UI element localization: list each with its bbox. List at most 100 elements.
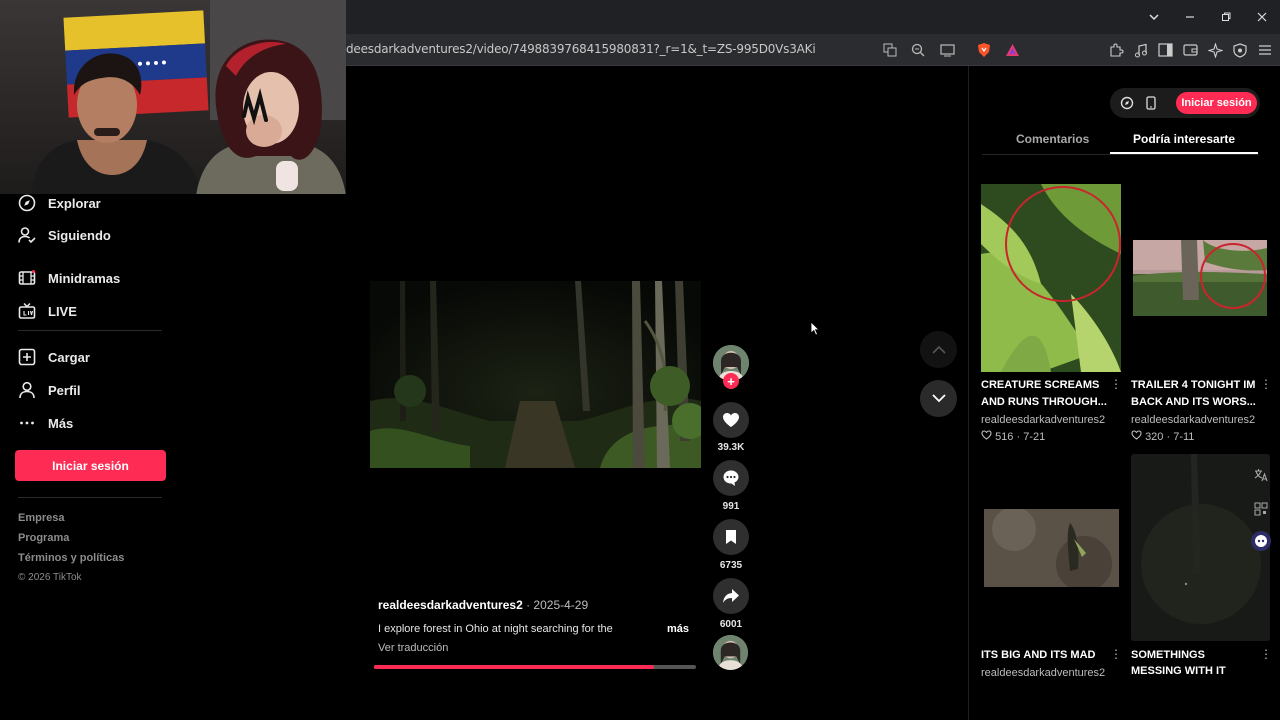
- menu-hamburger-icon[interactable]: [1256, 41, 1274, 59]
- brave-shield-icon[interactable]: [975, 41, 993, 59]
- film-icon: [18, 269, 36, 287]
- save-button[interactable]: [713, 519, 749, 555]
- music-disc-avatar[interactable]: [713, 635, 748, 670]
- sidebar-item-perfil[interactable]: Perfil: [18, 380, 81, 400]
- sidebar-item-explorar[interactable]: Explorar: [18, 193, 101, 213]
- like-button[interactable]: [713, 402, 749, 438]
- restore-icon[interactable]: [1208, 0, 1244, 34]
- card-title[interactable]: BACK AND ITS WORS...: [1131, 394, 1267, 411]
- comment-bubble-icon: [723, 470, 739, 486]
- extensions-puzzle-icon[interactable]: [1107, 41, 1125, 59]
- leaves-thumbnail-image: [981, 184, 1121, 372]
- tab-divider: [982, 154, 1258, 155]
- card-author[interactable]: realdeesdarkadventures2: [981, 414, 1117, 426]
- share-count: 6001: [719, 619, 743, 630]
- next-video-button[interactable]: [920, 380, 957, 417]
- sidebar-item-mas[interactable]: Más: [18, 413, 73, 433]
- card-likes: 320: [1145, 431, 1164, 443]
- sidebar-item-label: Más: [48, 415, 74, 431]
- card-title[interactable]: ITS BIG AND ITS MAD: [981, 647, 1117, 664]
- rock-ground-thumbnail-image: [984, 509, 1119, 587]
- coin-compass-icon[interactable]: [1119, 95, 1135, 111]
- comment-button[interactable]: [713, 460, 749, 496]
- video-progress-bar[interactable]: [374, 665, 696, 669]
- heart-icon: [723, 413, 739, 427]
- previous-video-button[interactable]: [920, 331, 957, 368]
- card-more-options-icon[interactable]: ⋮: [1260, 377, 1272, 391]
- tab-list-chevron-icon[interactable]: [1136, 0, 1172, 34]
- recommended-thumbnail[interactable]: [984, 509, 1119, 587]
- card-title[interactable]: MESSING WITH IT: [1131, 663, 1267, 677]
- card-stats: 516 · 7-21: [981, 430, 1045, 443]
- chevron-up-icon: [931, 345, 946, 354]
- tree-meadow-thumbnail-image: [1133, 240, 1267, 316]
- vpn-shield-icon[interactable]: [1231, 41, 1249, 59]
- footer-link-empresa[interactable]: Empresa: [18, 512, 64, 524]
- video-date: · 2025-4-29: [526, 598, 589, 612]
- card-title[interactable]: AND RUNS THROUGH...: [981, 394, 1117, 411]
- active-tab-indicator: [1110, 152, 1258, 154]
- recommended-thumbnail[interactable]: [981, 184, 1121, 372]
- video-player[interactable]: [370, 281, 701, 468]
- sidebar-divider: [18, 497, 162, 498]
- qr-code-icon[interactable]: [1251, 499, 1271, 519]
- card-more-options-icon[interactable]: ⋮: [1110, 377, 1122, 391]
- mouse-cursor-icon: [810, 321, 820, 336]
- sidebar-login-button[interactable]: Iniciar sesión: [15, 450, 166, 481]
- tab-comentarios[interactable]: Comentarios: [1016, 132, 1089, 146]
- footer-link-terminos[interactable]: Términos y políticas: [18, 552, 124, 564]
- assistant-bot-icon[interactable]: [1251, 531, 1271, 551]
- mobile-device-icon[interactable]: [1143, 95, 1159, 111]
- footer-link-programa[interactable]: Programa: [18, 532, 69, 544]
- heart-outline-icon: [1131, 430, 1142, 440]
- upload-plus-icon: [18, 348, 36, 366]
- following-icon: [18, 226, 36, 244]
- brave-rewards-icon[interactable]: [1003, 41, 1021, 59]
- tab-podria-interesarte[interactable]: Podría interesarte: [1133, 132, 1235, 146]
- see-translation-link[interactable]: Ver traducción: [378, 642, 448, 654]
- card-author[interactable]: realdeesdarkadventures2: [981, 667, 1117, 677]
- recommended-thumbnail[interactable]: [1133, 240, 1267, 316]
- translate-tool-icon[interactable]: [1251, 465, 1271, 485]
- sidebar-item-label: Minidramas: [48, 270, 121, 286]
- bookmark-icon: [726, 530, 736, 544]
- share-button[interactable]: [713, 578, 749, 614]
- leo-ai-icon[interactable]: [1206, 41, 1224, 59]
- chevron-down-icon: [931, 394, 946, 403]
- card-stats: 320 · 7-11: [1131, 430, 1194, 443]
- card-title[interactable]: TRAILER 4 TONIGHT IM: [1131, 377, 1267, 394]
- window-controls: [1136, 0, 1280, 34]
- sidebar-item-siguiendo[interactable]: Siguiendo: [18, 225, 111, 245]
- description-more-link[interactable]: más: [667, 623, 689, 635]
- sidebar-item-label: Perfil: [48, 382, 81, 398]
- card-more-options-icon[interactable]: ⋮: [1110, 647, 1122, 661]
- close-icon[interactable]: [1244, 0, 1280, 34]
- minimize-icon[interactable]: [1172, 0, 1208, 34]
- zoom-icon[interactable]: [909, 41, 927, 59]
- card-more-options-icon[interactable]: ⋮: [1260, 647, 1272, 661]
- video-progress-fill: [374, 665, 655, 669]
- sidebar-item-cargar[interactable]: Cargar: [18, 347, 90, 367]
- save-count: 6735: [719, 560, 743, 571]
- video-description: I explore forest in Ohio at night search…: [378, 623, 613, 635]
- card-title[interactable]: SOMETHINGS: [1131, 647, 1267, 664]
- person-icon: [18, 381, 36, 399]
- sidebar-item-minidramas[interactable]: Minidramas: [18, 268, 120, 288]
- recommended-thumbnail[interactable]: [1131, 454, 1270, 641]
- media-music-icon[interactable]: [1132, 41, 1150, 59]
- sidebar-divider: [18, 330, 162, 331]
- forest-night-video-frame: [370, 281, 701, 468]
- screen: deesdarkadventures2/video/74988397684159…: [0, 0, 1280, 720]
- wallet-icon[interactable]: [1181, 41, 1199, 59]
- follow-plus-button[interactable]: +: [723, 373, 739, 389]
- sidebar-toggle-icon[interactable]: [1156, 41, 1174, 59]
- card-author[interactable]: realdeesdarkadventures2: [1131, 414, 1259, 426]
- translate-icon[interactable]: [881, 41, 899, 59]
- address-bar-url[interactable]: deesdarkadventures2/video/74988397684159…: [346, 42, 816, 56]
- header-login-button[interactable]: Iniciar sesión: [1176, 92, 1257, 114]
- sidebar-item-label: LIVE: [48, 303, 77, 319]
- video-author-name[interactable]: realdeesdarkadventures2: [378, 598, 523, 612]
- sidebar-item-live[interactable]: LIVE: [18, 301, 77, 321]
- cast-icon[interactable]: [938, 41, 956, 59]
- card-title[interactable]: CREATURE SCREAMS: [981, 377, 1117, 394]
